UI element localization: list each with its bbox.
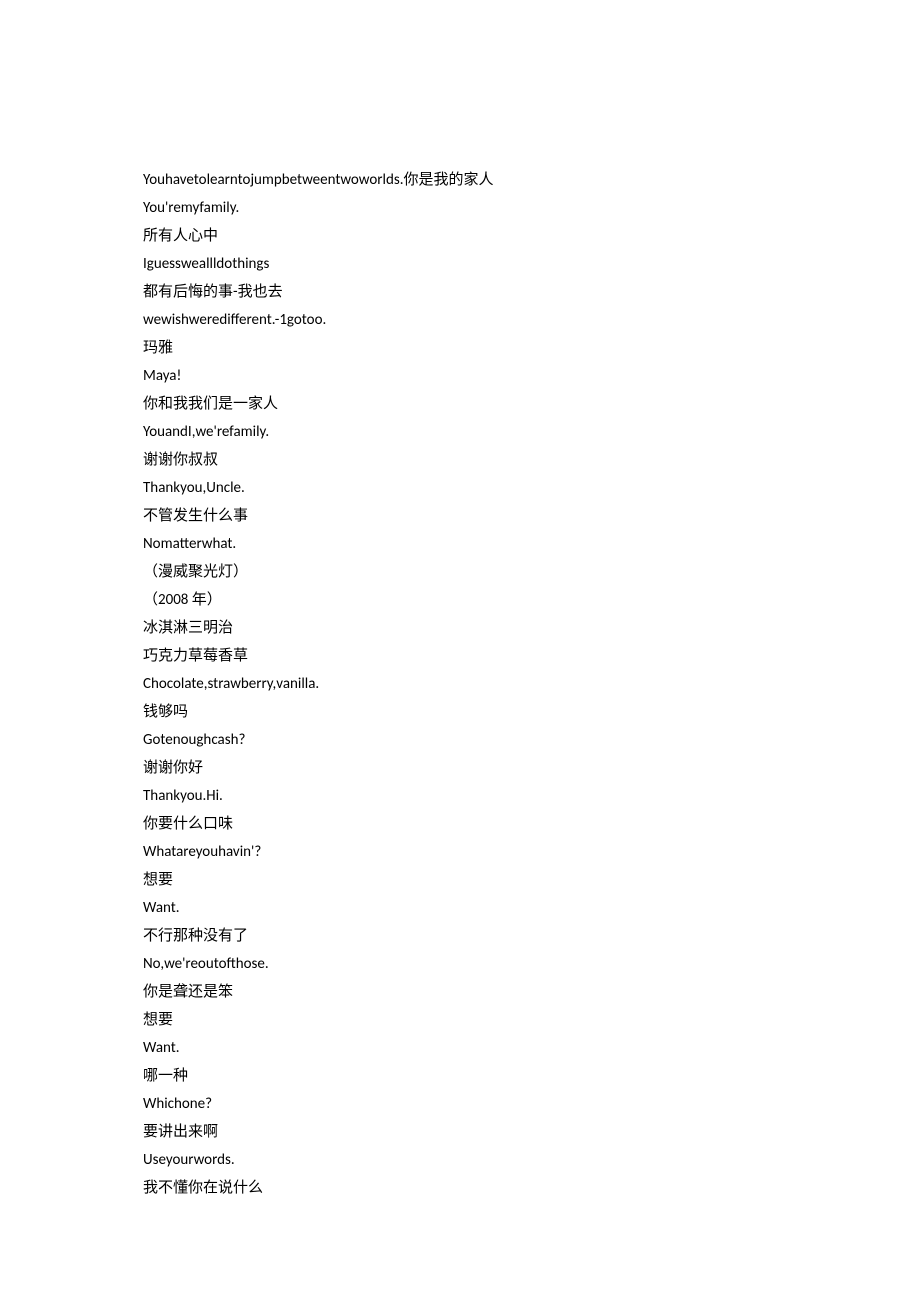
text-line: 冰淇淋三明治 [143,614,777,642]
text-line: （漫威聚光灯） [143,558,777,586]
text-line: You'remyfamily. [143,194,777,222]
text-line: wewishweredifferent.-1gotoo. [143,306,777,334]
text-line: 玛雅 [143,334,777,362]
text-line: Nomatterwhat. [143,530,777,558]
text-line: Useyourwords. [143,1146,777,1174]
text-line: Gotenoughcash? [143,726,777,754]
text-line: Thankyou.Hi. [143,782,777,810]
text-line: 谢谢你好 [143,754,777,782]
text-line: （2008 年） [143,586,777,614]
document-page: Youhavetolearntojumpbetweentwoworlds.你是我… [0,0,920,1302]
text-line: 想要 [143,866,777,894]
text-line: Whichone? [143,1090,777,1118]
text-line: 你和我我们是一家人 [143,390,777,418]
text-line: 你是聋还是笨 [143,978,777,1006]
text-line: 你要什么口味 [143,810,777,838]
text-line: 谢谢你叔叔 [143,446,777,474]
text-line: YouandI,we'refamily. [143,418,777,446]
text-line: Youhavetolearntojumpbetweentwoworlds.你是我… [143,166,777,194]
text-line: 要讲出来啊 [143,1118,777,1146]
text-line: 想要 [143,1006,777,1034]
text-block: Youhavetolearntojumpbetweentwoworlds.你是我… [143,166,777,1202]
text-line: 不管发生什么事 [143,502,777,530]
text-line: 不行那种没有了 [143,922,777,950]
text-line: Want. [143,1034,777,1062]
text-line: 所有人心中 [143,222,777,250]
text-line: Iguessweallldothings [143,250,777,278]
text-line: Chocolate,strawberry,vanilla. [143,670,777,698]
text-line: Whatareyouhavin'? [143,838,777,866]
text-line: Want. [143,894,777,922]
text-line: 钱够吗 [143,698,777,726]
text-line: Thankyou,Uncle. [143,474,777,502]
text-line: 我不懂你在说什么 [143,1174,777,1202]
text-line: 哪一种 [143,1062,777,1090]
text-line: 巧克力草莓香草 [143,642,777,670]
text-line: 都有后悔的事-我也去 [143,278,777,306]
text-line: Maya! [143,362,777,390]
text-line: No,we'reoutofthose. [143,950,777,978]
